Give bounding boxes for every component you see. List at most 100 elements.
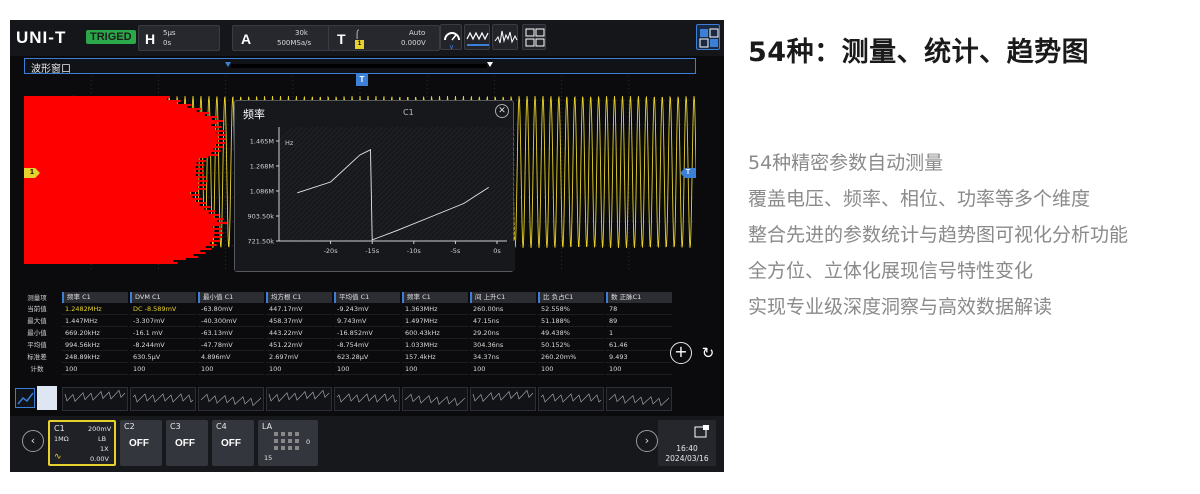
measurement-cell: 49.438%: [538, 327, 604, 339]
trend-y-tick: 1.268M: [250, 163, 274, 171]
channel-3-button[interactable]: C3 OFF: [166, 420, 208, 466]
measurement-mini-trend: [62, 387, 128, 411]
measurement-cell: 100: [62, 363, 128, 375]
measurement-column[interactable]: 间 上升C1 260.00ns 47.15ns 29.20ns 304.36ns 34.3…: [470, 292, 536, 411]
measurement-cell: -63.80mV: [198, 303, 264, 315]
horizontal-settings-button[interactable]: H 5μs 0s: [138, 25, 220, 51]
trend-x-tick: -15s: [365, 247, 380, 255]
brand-logo: UNI-T: [16, 28, 67, 47]
measurement-cell: -16.1 mV: [130, 327, 196, 339]
trigger-settings-button[interactable]: T ⌠ 1 Auto 0.000V: [328, 25, 440, 51]
channel-4-button[interactable]: C4 OFF: [212, 420, 254, 466]
measurement-column[interactable]: 平均值 C1 -9.243mV 9.743mV -16.852mV -8.754mV 62…: [334, 292, 400, 411]
measurement-mini-trend: [538, 387, 604, 411]
rising-edge-icon: ⌠: [355, 30, 360, 39]
measurement-cell: 4.896mV: [198, 351, 264, 363]
measurement-cell: -40.300mV: [198, 315, 264, 327]
measurement-cell: 623.28μV: [334, 351, 400, 363]
measurement-column[interactable]: 最小值 C1 -63.80mV -40.300mV -63.13mV -47.78mV 4…: [198, 292, 264, 411]
menu-grid-icon[interactable]: [522, 24, 546, 50]
measure-wave-icon[interactable]: [464, 24, 490, 50]
measurement-cell: 34.37ns: [470, 351, 536, 363]
page: UNI-T TRIGED H 5μs 0s A 30k 500MSa/s T ⌠…: [0, 0, 1200, 494]
oscilloscope-screen: UNI-T TRIGED H 5μs 0s A 30k 500MSa/s T ⌠…: [10, 20, 724, 472]
row-label: 标准差: [27, 353, 47, 361]
close-icon[interactable]: ✕: [495, 104, 509, 118]
logic-count-bottom: 15: [264, 454, 273, 462]
measurement-cell: -3.307mV: [130, 315, 196, 327]
measurement-cell: 994.56kHz: [62, 339, 128, 351]
channel-2-button[interactable]: C2 OFF: [120, 420, 162, 466]
channel-1-probe: 1X: [100, 445, 109, 453]
measurement-mini-trend: [198, 387, 264, 411]
measurement-column[interactable]: 均方根 C1 447.17mV 458.37mV 443.22mV 451.22mV 2.…: [266, 292, 332, 411]
measurement-cell: 100: [402, 363, 468, 375]
measurement-cell: 100: [198, 363, 264, 375]
trend-popup-title: 频率: [243, 108, 265, 121]
trigger-position-marker[interactable]: T: [356, 74, 368, 86]
measurement-header: 比 负占C1: [538, 292, 604, 303]
trend-y-tick: 1.465M: [250, 138, 274, 146]
row-label: 最大值: [27, 317, 47, 325]
measurement-column[interactable]: 数 正脉C1 78 89 1 61.46 9.493 100: [606, 292, 672, 411]
acquire-settings-button[interactable]: A 30k 500MSa/s: [232, 25, 330, 51]
row-label: 最小值: [27, 329, 47, 337]
measurement-cell: 260.00ns: [470, 303, 536, 315]
measurement-cell: 600.43kHz: [402, 327, 468, 339]
add-measurement-button[interactable]: +: [670, 342, 692, 364]
measurement-cell: 1: [606, 327, 672, 339]
logic-analyzer-button[interactable]: LA 0 15: [258, 420, 318, 466]
fft-wave-icon[interactable]: [492, 24, 518, 50]
measurement-cell: 1.447MHz: [62, 315, 128, 327]
refresh-icon[interactable]: ↻: [698, 342, 718, 364]
channel-1-button[interactable]: C1 200mV 1MΩ LB 1X 0.00V ∿: [48, 420, 116, 466]
measurement-cell: DC -8.589mV: [130, 303, 196, 315]
measurement-cell: 51.188%: [538, 315, 604, 327]
trend-y-tick: 1.086M: [250, 188, 274, 196]
measurement-cell: 1.497MHz: [402, 315, 468, 327]
statistics-toggle-button[interactable]: [37, 386, 57, 410]
measurement-cell: 89: [606, 315, 672, 327]
measurement-cell: 1.2482MHz: [62, 303, 128, 315]
measurement-column[interactable]: 频率 C1 1.2482MHz 1.447MHz 669.20kHz 994.56kHz…: [62, 292, 128, 411]
measurement-header: 频率 C1: [62, 292, 128, 303]
feature-heading: 54种：测量、统计、趋势图: [748, 37, 1090, 68]
measurement-column[interactable]: 比 负占C1 52.558% 51.188% 49.438% 50.152% 260.20…: [538, 292, 604, 411]
clock-button[interactable]: 16:40 2024/03/16: [658, 420, 716, 466]
measurement-column[interactable]: DVM C1 DC -8.589mV -3.307mV -16.1 mV -8.244m…: [130, 292, 196, 411]
measurement-cell: 248.89kHz: [62, 351, 128, 363]
logic-analyzer-name: LA: [262, 422, 273, 431]
measurement-histogram: [24, 96, 228, 264]
trigger-label: T: [337, 31, 346, 47]
measurement-column[interactable]: 频率 C1 1.363MHz 1.497MHz 600.43kHz 1.033MHz 15…: [402, 292, 468, 411]
channel-2-name: C2: [124, 422, 135, 431]
channel-1-bandwidth: LB: [98, 435, 107, 443]
scroll-left-button[interactable]: ‹: [22, 430, 44, 452]
feature-line-3: 整合先进的参数统计与趋势图可视化分析功能: [748, 224, 1129, 246]
clock-time: 16:40: [676, 444, 698, 453]
trend-x-tick: -20s: [324, 247, 339, 255]
delay-value: 0s: [163, 39, 172, 47]
measurement-header: 数 正脉C1: [606, 292, 672, 303]
measurement-cell: 100: [130, 363, 196, 375]
gauge-icon[interactable]: ∨: [440, 24, 462, 51]
measurement-cell: -9.243mV: [334, 303, 400, 315]
measurement-mini-trend: [606, 387, 672, 411]
measurement-cell: 100: [266, 363, 332, 375]
scroll-right-button[interactable]: ›: [636, 430, 658, 452]
layout-switch-icon[interactable]: [696, 24, 720, 50]
trend-popup[interactable]: 频率 C1 ✕ 1.465M 1.268M 1.086M 903.50k 721.50k…: [234, 100, 515, 272]
measurement-cell: 304.36ns: [470, 339, 536, 351]
measurement-header: DVM C1: [130, 292, 196, 303]
channel-1-scale: 200mV: [88, 425, 112, 433]
trend-chart: 1.465M 1.268M 1.086M 903.50k 721.50k Hz -20s -1…: [235, 121, 515, 271]
trend-view-button[interactable]: [15, 388, 35, 408]
timebase-value: 5μs: [163, 29, 176, 37]
measurement-mini-trend: [334, 387, 400, 411]
measurement-cell: 1.363MHz: [402, 303, 468, 315]
trend-y-tick: 721.50k: [247, 238, 274, 246]
measurement-cell: 78: [606, 303, 672, 315]
trend-y-unit: Hz: [285, 139, 294, 147]
row-label: 当前值: [27, 305, 47, 313]
measurement-cell: 669.20kHz: [62, 327, 128, 339]
